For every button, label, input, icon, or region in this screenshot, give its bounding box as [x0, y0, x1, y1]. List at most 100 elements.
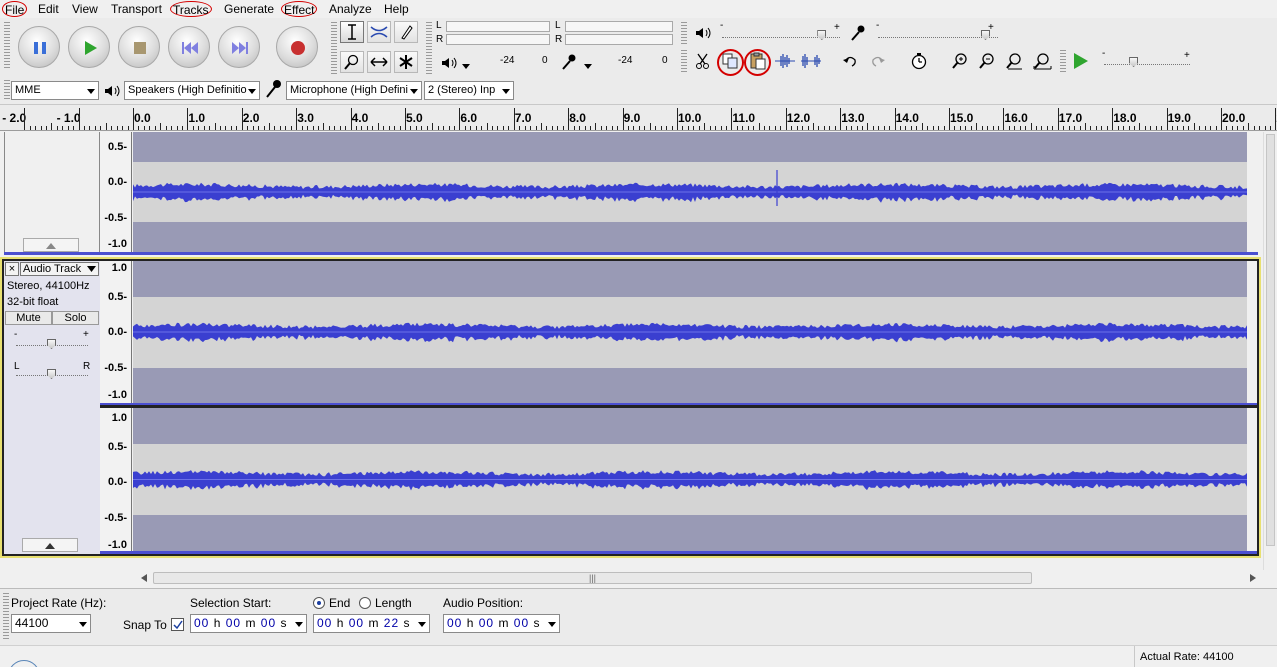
time-shift-tool[interactable] — [367, 51, 391, 73]
horizontal-scrollbar[interactable]: ||| — [135, 570, 1262, 586]
ruler-tick — [329, 126, 330, 130]
scale-label: -0.5- — [104, 512, 127, 524]
menu-effect[interactable]: Effect — [281, 1, 318, 17]
zoom-in-button[interactable] — [948, 50, 972, 72]
fit-selection-button[interactable] — [1002, 50, 1026, 72]
multi-tool[interactable] — [394, 51, 418, 73]
ruler-tick — [133, 108, 134, 130]
track-1-waveform[interactable] — [133, 132, 1247, 252]
draw-tool[interactable] — [394, 21, 418, 43]
snap-to-checkbox[interactable] — [171, 618, 184, 631]
meter-grip[interactable] — [426, 22, 432, 74]
ruler-tick — [24, 108, 25, 130]
undo-button[interactable] — [838, 50, 862, 72]
timeline-ruler[interactable]: - 2.0 - 1.0 0.0 1.0 2.0 3.0 4.0 5.0 6.0 7.0 8.0 9.0… — [0, 104, 1277, 131]
audio-host-value: MME — [15, 84, 41, 96]
menu-transport[interactable]: Transport — [109, 1, 164, 17]
menu-help[interactable]: Help — [382, 1, 411, 17]
selection-start-time[interactable]: 00 h 00 m 00 s — [190, 614, 307, 633]
selection-grip[interactable] — [3, 593, 9, 641]
menu-analyze[interactable]: Analyze — [327, 1, 374, 17]
edit-grip[interactable] — [681, 50, 687, 74]
zoom-out-button[interactable] — [975, 50, 999, 72]
pause-button[interactable] — [18, 26, 60, 68]
mixer-grip[interactable] — [681, 22, 687, 44]
output-device-select[interactable]: Speakers (High Definitio — [124, 81, 260, 100]
menu-edit[interactable]: Edit — [36, 1, 61, 17]
pan-right: R — [83, 361, 91, 372]
vertical-scroll-thumb[interactable] — [1266, 134, 1275, 546]
length-radio[interactable] — [359, 597, 371, 609]
end-radio[interactable] — [313, 597, 325, 609]
transport-grip[interactable] — [4, 22, 10, 70]
zoom-tool[interactable] — [340, 51, 364, 73]
length-label: Length — [375, 596, 412, 610]
ruler-tick — [563, 126, 564, 130]
time-unit: s — [403, 616, 411, 630]
ruler-tick — [1156, 126, 1157, 130]
scroll-left-icon[interactable] — [141, 574, 147, 582]
selection-tool[interactable] — [340, 21, 364, 43]
gain-slider[interactable] — [47, 339, 56, 349]
pan-slider[interactable] — [47, 369, 56, 379]
envelope-tool[interactable] — [367, 21, 391, 43]
fit-project-button[interactable] — [1030, 50, 1054, 72]
audio-position-time[interactable]: 00 h 00 m 00 s — [443, 614, 560, 633]
record-volume-track[interactable] — [878, 37, 998, 38]
track-2-right-waveform[interactable] — [133, 408, 1247, 551]
project-rate-select[interactable]: 44100 — [11, 614, 91, 633]
input-device-select[interactable]: Microphone (High Defini — [286, 81, 422, 100]
cut-button[interactable] — [691, 50, 715, 72]
menu-tracks[interactable]: Tracks — [170, 1, 212, 17]
track-name-menu[interactable]: Audio Track — [20, 262, 99, 276]
vertical-scrollbar[interactable] — [1263, 132, 1277, 570]
selection-end-time[interactable]: 00 h 00 m 22 s — [313, 614, 430, 633]
ruler-tick — [264, 126, 265, 130]
record-meter-button[interactable] — [557, 51, 581, 73]
horizontal-scroll-thumb[interactable]: ||| — [153, 572, 1032, 584]
tools-grip[interactable] — [331, 22, 337, 74]
track-2-left-vertical-scale[interactable]: 1.0 0.5- 0.0- -0.5- -1.0 — [100, 261, 132, 404]
device-grip[interactable] — [4, 80, 10, 100]
speed-track[interactable] — [1104, 64, 1190, 65]
play-at-speed-grip[interactable] — [1060, 50, 1066, 74]
record-meter-dropdown[interactable] — [580, 55, 596, 77]
record-button[interactable] — [276, 26, 318, 68]
sync-lock-button[interactable] — [907, 50, 931, 72]
skip-end-button[interactable] — [218, 26, 260, 68]
skip-start-button[interactable] — [168, 26, 210, 68]
playback-meter-right[interactable] — [446, 34, 550, 45]
trim-button[interactable] — [773, 50, 797, 72]
mute-button[interactable]: Mute — [5, 311, 52, 325]
collapse-track-button[interactable] — [22, 538, 78, 552]
stop-button[interactable] — [118, 26, 160, 68]
scroll-right-icon[interactable] — [1250, 574, 1256, 582]
record-meter-right[interactable] — [565, 34, 673, 45]
track-2-left-waveform[interactable] — [133, 261, 1247, 403]
playback-meter-dropdown[interactable] — [458, 55, 474, 77]
play-at-speed-button[interactable] — [1068, 50, 1092, 72]
ruler-tick — [481, 126, 482, 130]
track-2-right-vertical-scale[interactable]: 1.0 0.5- 0.0- -0.5- -1.0 — [100, 408, 132, 554]
track-1-vertical-scale[interactable]: 0.5- 0.0- -0.5- -1.0 — [100, 132, 132, 254]
ruler-tick — [149, 126, 150, 130]
ruler-tick — [410, 126, 411, 130]
collapse-track-button[interactable] — [23, 238, 79, 252]
record-meter-left[interactable] — [565, 21, 673, 32]
audio-host-select[interactable]: MME — [11, 81, 99, 100]
ruler-tick — [574, 126, 575, 130]
playback-meter-left[interactable] — [446, 21, 550, 32]
input-channels-select[interactable]: 2 (Stereo) Inp — [424, 81, 514, 100]
menu-generate[interactable]: Generate — [222, 1, 276, 17]
pencil-icon — [401, 25, 413, 40]
menu-file[interactable]: File — [2, 1, 28, 17]
ruler-tick — [1101, 126, 1102, 130]
redo-button[interactable] — [866, 50, 890, 72]
solo-button[interactable]: Solo — [52, 311, 99, 325]
ruler-tick — [1188, 126, 1189, 130]
silence-button[interactable] — [799, 50, 823, 72]
close-track-button[interactable]: × — [5, 262, 19, 276]
play-button[interactable] — [68, 26, 110, 68]
playback-meter-scale-24: -24 — [500, 55, 515, 66]
menu-view[interactable]: View — [70, 1, 100, 17]
